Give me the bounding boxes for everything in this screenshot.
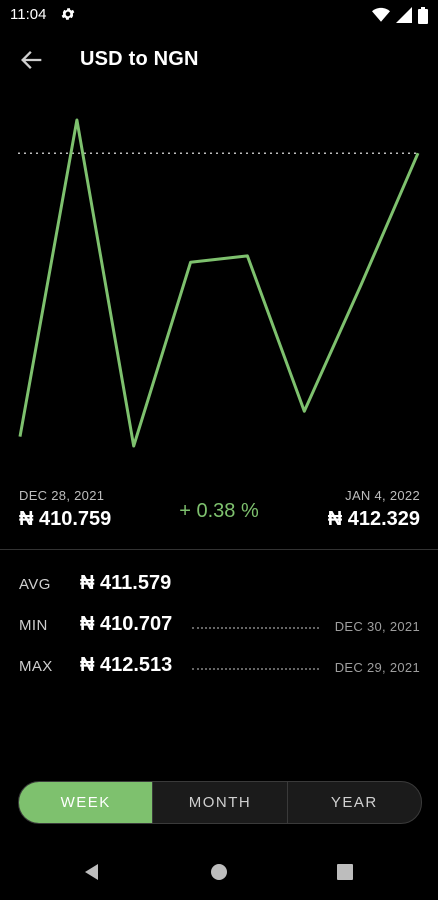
max-value: ₦ 412.513 xyxy=(80,654,173,676)
end-rate: ₦ 412.329 xyxy=(327,508,420,530)
stat-avg: AVG ₦ 411.579 xyxy=(0,570,438,600)
range-summary: DEC 28, 2021 ₦ 410.759 + 0.38 % JAN 4, 2… xyxy=(0,484,438,534)
nav-home-icon[interactable] xyxy=(207,860,231,884)
app-bar: USD to NGN xyxy=(0,36,438,84)
period-month-button[interactable]: MONTH xyxy=(152,782,286,823)
dotted-leader xyxy=(192,627,319,629)
min-label: MIN xyxy=(19,617,48,634)
back-arrow-icon[interactable] xyxy=(18,46,46,74)
navigation-bar xyxy=(0,846,438,900)
avg-label: AVG xyxy=(19,576,51,593)
series-line xyxy=(18,118,420,448)
stat-max: MAX ₦ 412.513 DEC 29, 2021 xyxy=(0,652,438,682)
nav-recents-icon[interactable] xyxy=(333,860,357,884)
signal-icon xyxy=(396,7,412,23)
gear-icon xyxy=(61,8,75,20)
period-selector: WEEK MONTH YEAR xyxy=(18,781,422,824)
nav-back-icon[interactable] xyxy=(80,860,104,884)
end-date: JAN 4, 2022 xyxy=(345,488,420,503)
min-date: DEC 30, 2021 xyxy=(334,619,420,634)
divider xyxy=(0,549,438,550)
status-time: 11:04 xyxy=(10,6,47,23)
min-value: ₦ 410.707 xyxy=(80,613,173,635)
dotted-leader xyxy=(192,668,319,670)
max-label: MAX xyxy=(19,658,53,675)
status-bar: 11:04 xyxy=(0,0,438,30)
wifi-icon xyxy=(372,7,390,22)
page-title: USD to NGN xyxy=(80,48,199,70)
battery-icon xyxy=(418,6,428,24)
period-week-button[interactable]: WEEK xyxy=(19,782,153,823)
period-year-button[interactable]: YEAR xyxy=(286,782,421,823)
avg-value: ₦ 411.579 xyxy=(80,572,172,594)
max-date: DEC 29, 2021 xyxy=(334,660,420,675)
stat-min: MIN ₦ 410.707 DEC 30, 2021 xyxy=(0,611,438,641)
rate-chart xyxy=(18,118,420,448)
system-icons xyxy=(372,6,428,24)
